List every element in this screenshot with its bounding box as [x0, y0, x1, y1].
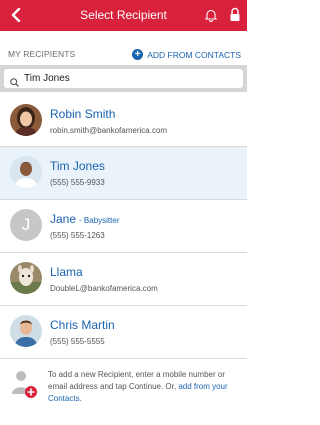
- recipient-row-robin-smith[interactable]: Robin Smith robin.smith@bankofamerica.co…: [0, 95, 247, 147]
- recipient-name: Chris Martin: [50, 318, 115, 332]
- recipient-nickname: - Babysitter: [79, 216, 120, 225]
- add-from-contacts-button[interactable]: + ADD FROM CONTACTS: [132, 47, 241, 62]
- recipient-detail: DoubleL@bankofamerica.com: [50, 284, 158, 293]
- avatar: [10, 104, 42, 136]
- add-from-contacts-label: ADD FROM CONTACTS: [147, 49, 241, 60]
- header-bar: Select Recipient: [0, 0, 247, 31]
- add-person-icon: [10, 368, 40, 400]
- avatar: [10, 315, 42, 347]
- recipient-name: Tim Jones: [50, 159, 105, 173]
- recipient-list: Robin Smith robin.smith@bankofamerica.co…: [0, 95, 247, 359]
- avatar: [10, 156, 42, 188]
- bell-icon[interactable]: [204, 8, 218, 22]
- recipient-detail: (555) 555-1263: [50, 231, 105, 240]
- avatar-initial-letter: J: [21, 215, 31, 234]
- section-label: MY RECIPIENTS: [8, 49, 76, 59]
- recipient-row-chris-martin[interactable]: Chris Martin (555) 555-5555: [0, 306, 247, 359]
- recipient-detail: (555) 555-5555: [50, 337, 105, 346]
- recipient-detail: (555) 555-9933: [50, 178, 105, 187]
- hint-text: To add a new Recipient, enter a mobile n…: [48, 370, 228, 403]
- recipient-name: Jane - Babysitter: [50, 212, 120, 226]
- search-bar: Tim Jones: [0, 65, 247, 92]
- search-value: Tim Jones: [24, 73, 70, 84]
- recipient-name: Llama: [50, 265, 83, 279]
- recipient-row-llama[interactable]: Llama DoubleL@bankofamerica.com: [0, 253, 247, 306]
- avatar-initial: J: [10, 209, 42, 241]
- search-input[interactable]: Tim Jones: [4, 69, 243, 88]
- plus-circle-icon: +: [132, 49, 144, 60]
- recipient-detail: robin.smith@bankofamerica.com: [50, 126, 168, 135]
- recipient-name: Robin Smith: [50, 107, 116, 121]
- recipient-row-jane[interactable]: J Jane - Babysitter (555) 555-1263: [0, 200, 247, 253]
- add-recipient-hint: To add a new Recipient, enter a mobile n…: [0, 362, 247, 407]
- avatar: [10, 262, 42, 294]
- search-icon: [10, 74, 19, 87]
- recipient-row-tim-jones[interactable]: Tim Jones (555) 555-9933: [0, 147, 247, 200]
- lock-icon[interactable]: [229, 7, 241, 22]
- recipients-section-bar: MY RECIPIENTS + ADD FROM CONTACTS: [0, 44, 247, 65]
